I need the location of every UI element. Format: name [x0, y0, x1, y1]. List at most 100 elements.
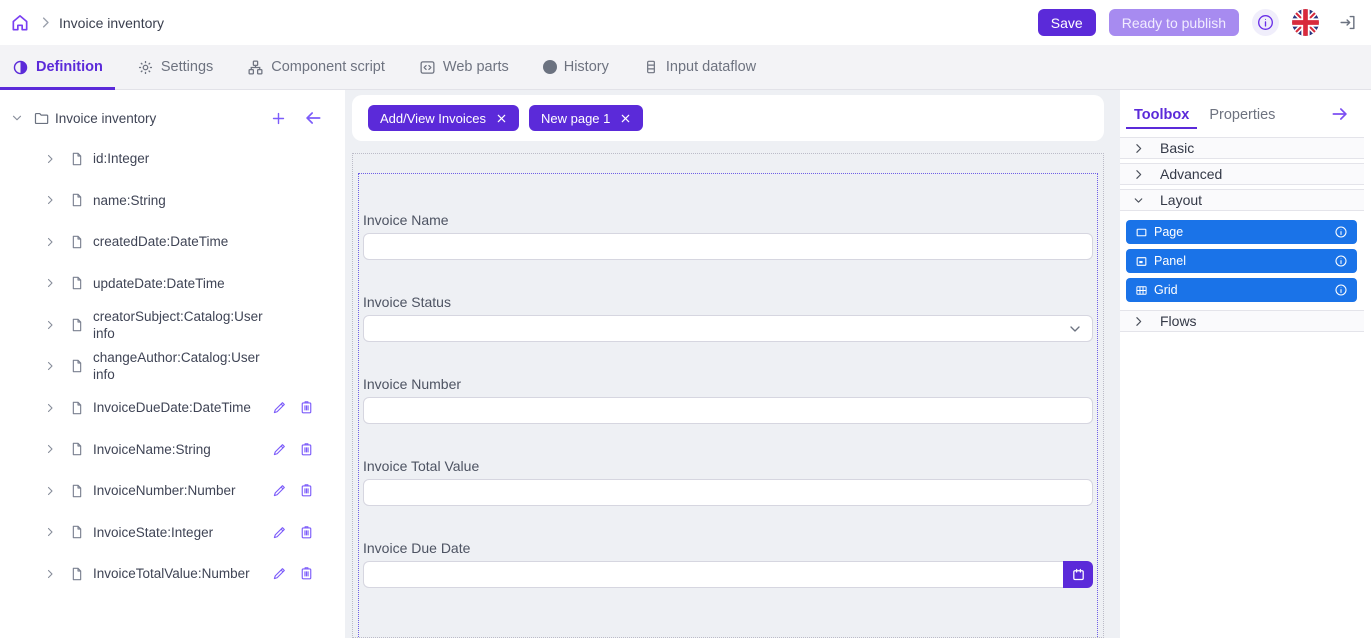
tree-item[interactable]: updateDate:DateTime	[0, 263, 345, 305]
page-icon	[1135, 226, 1148, 239]
tree-item-label: InvoiceTotalValue:Number	[93, 565, 271, 582]
toolbox-section-basic[interactable]: Basic	[1120, 137, 1364, 159]
toolbox-section-flows[interactable]: Flows	[1120, 310, 1364, 332]
tree-item[interactable]: creatorSubject:Catalog:User info	[0, 304, 345, 346]
chevron-right-icon[interactable]	[44, 277, 56, 289]
tree-item[interactable]: InvoiceState:Integer	[0, 512, 345, 554]
edit-attribute-icon[interactable]	[271, 482, 288, 499]
tree-item-label: InvoiceDueDate:DateTime	[93, 399, 271, 416]
page-tab-new-page-1[interactable]: New page 1	[529, 105, 643, 131]
tree-item[interactable]: InvoiceTotalValue:Number	[0, 553, 345, 595]
delete-attribute-icon[interactable]	[298, 441, 315, 458]
app-window: Invoice inventory Save Ready to publish	[0, 0, 1371, 638]
tab-toolbox[interactable]: Toolbox	[1124, 94, 1199, 134]
tree-item[interactable]: InvoiceName:String	[0, 429, 345, 471]
tree-item[interactable]: createdDate:DateTime	[0, 221, 345, 263]
tab-settings[interactable]: Settings	[125, 45, 225, 89]
tree-item[interactable]: changeAuthor:Catalog:User info	[0, 346, 345, 388]
chevron-down-icon[interactable]	[10, 111, 24, 125]
panel-drop-zone[interactable]: Invoice Name Invoice Status I	[358, 173, 1098, 638]
edit-attribute-icon[interactable]	[271, 524, 288, 541]
chevron-right-icon[interactable]	[44, 402, 56, 414]
tab-properties[interactable]: Properties	[1199, 94, 1285, 134]
section-label: Flows	[1160, 313, 1197, 329]
tool-panel[interactable]: Panel	[1126, 249, 1357, 273]
info-icon[interactable]	[1252, 9, 1279, 36]
invoice-number-input[interactable]	[363, 397, 1093, 424]
tab-definition[interactable]: Definition	[0, 45, 115, 89]
tree-item[interactable]: id:Integer	[0, 138, 345, 180]
page-tab-add-view-invoices[interactable]: Add/View Invoices	[368, 105, 519, 131]
save-button[interactable]: Save	[1038, 9, 1096, 36]
page-tab-label: New page 1	[541, 111, 610, 126]
tab-label: Web parts	[443, 59, 509, 75]
tab-label: Input dataflow	[666, 59, 756, 75]
info-icon[interactable]	[1334, 225, 1348, 239]
tree-item-label: name:String	[93, 192, 315, 209]
chevron-right-icon[interactable]	[44, 319, 56, 331]
close-icon[interactable]	[496, 113, 507, 124]
info-icon[interactable]	[1334, 254, 1348, 268]
topbar-actions: Save Ready to publish	[1038, 9, 1357, 36]
delete-attribute-icon[interactable]	[298, 524, 315, 541]
tab-label: History	[564, 59, 609, 75]
tab-input-dataflow[interactable]: Input dataflow	[631, 45, 768, 89]
delete-attribute-icon[interactable]	[298, 482, 315, 499]
tab-web-parts[interactable]: History Web parts	[407, 45, 521, 89]
chevron-right-icon[interactable]	[44, 153, 56, 165]
chevron-right-icon[interactable]	[44, 485, 56, 497]
tool-label: Panel	[1154, 254, 1186, 268]
file-icon	[69, 317, 85, 333]
delete-attribute-icon[interactable]	[298, 565, 315, 582]
chevron-right-icon[interactable]	[44, 443, 56, 455]
data-model-sidebar: Invoice inventory id:Integer name:String	[0, 90, 345, 638]
invoice-due-date-input[interactable]	[363, 561, 1063, 588]
tree-item[interactable]: name:String	[0, 180, 345, 222]
tree-root-row[interactable]: Invoice inventory	[0, 98, 345, 138]
logout-icon[interactable]	[1338, 13, 1357, 32]
chevron-right-icon[interactable]	[44, 526, 56, 538]
ready-to-publish-button[interactable]: Ready to publish	[1109, 9, 1239, 36]
tree-item[interactable]: InvoiceDueDate:DateTime	[0, 387, 345, 429]
collapse-sidebar-arrow-icon[interactable]	[303, 108, 323, 128]
tree-item[interactable]: InvoiceNumber:Number	[0, 470, 345, 512]
edit-attribute-icon[interactable]	[271, 399, 288, 416]
invoice-name-input[interactable]	[363, 233, 1093, 260]
settings-gear-icon	[137, 59, 154, 76]
edit-attribute-icon[interactable]	[271, 441, 288, 458]
chevron-right-icon[interactable]	[44, 194, 56, 206]
invoice-total-value-input[interactable]	[363, 479, 1093, 506]
section-label: Basic	[1160, 140, 1194, 156]
delete-attribute-icon[interactable]	[298, 399, 315, 416]
expand-panel-arrow-icon[interactable]	[1330, 104, 1350, 124]
tree-root-label: Invoice inventory	[55, 111, 156, 126]
edit-attribute-icon[interactable]	[271, 565, 288, 582]
tool-grid[interactable]: Grid	[1126, 278, 1357, 302]
form-field-invoice-due-date: Invoice Due Date	[363, 540, 1093, 588]
add-attribute-icon[interactable]	[270, 110, 287, 127]
file-icon	[69, 566, 85, 582]
close-icon[interactable]	[620, 113, 631, 124]
tab-history[interactable]: History	[531, 45, 621, 89]
toolbox-section-advanced[interactable]: Advanced	[1120, 163, 1364, 185]
form-field-invoice-name: Invoice Name	[363, 212, 1093, 260]
calendar-icon	[1071, 567, 1086, 582]
content-area: Invoice inventory id:Integer name:String	[0, 90, 1371, 638]
info-icon[interactable]	[1334, 283, 1348, 297]
chevron-right-icon[interactable]	[44, 236, 56, 248]
tab-component-script[interactable]: Component script	[235, 45, 397, 89]
field-label: Invoice Total Value	[363, 458, 1093, 474]
breadcrumb: Invoice inventory	[59, 15, 164, 31]
form-field-invoice-status: Invoice Status	[363, 294, 1093, 342]
language-flag-icon[interactable]	[1292, 9, 1319, 36]
tool-page[interactable]: Page	[1126, 220, 1357, 244]
toolbox-section-layout[interactable]: Layout	[1120, 189, 1364, 211]
chevron-right-icon[interactable]	[44, 360, 56, 372]
input-dataflow-icon	[643, 59, 659, 75]
calendar-button[interactable]	[1063, 561, 1093, 588]
folder-icon	[33, 110, 50, 127]
home-icon[interactable]	[6, 9, 34, 37]
file-icon	[69, 234, 85, 250]
chevron-right-icon[interactable]	[44, 568, 56, 580]
invoice-status-select[interactable]	[363, 315, 1093, 342]
